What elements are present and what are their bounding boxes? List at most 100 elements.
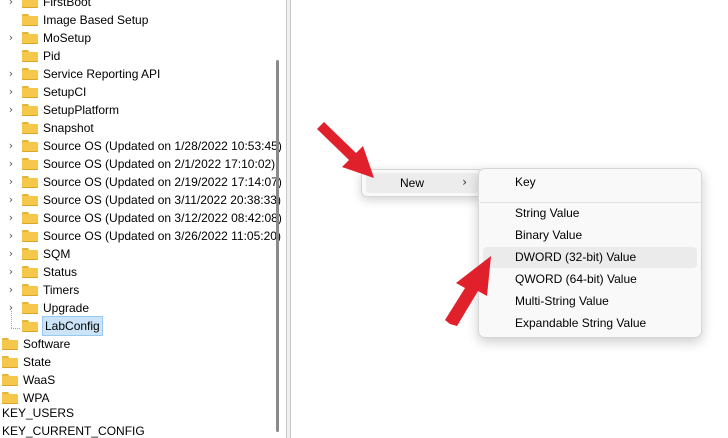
context-menu-item-new[interactable]: New › (366, 173, 479, 193)
tree-item-label: SetupCI (43, 85, 87, 99)
tree-item[interactable]: State (2, 353, 51, 371)
submenu-item-qword-value[interactable]: QWORD (64-bit) Value (483, 269, 697, 290)
folder-icon (22, 248, 38, 260)
tree-item-label: LabConfig (42, 316, 103, 336)
folder-icon (22, 320, 38, 332)
submenu-item-dword-value[interactable]: DWORD (32-bit) Value (483, 247, 697, 268)
folder-icon (22, 68, 38, 80)
submenu-item-binary-value[interactable]: Binary Value (483, 225, 697, 246)
chevron-right-icon[interactable]: › (4, 263, 18, 281)
tree-item[interactable]: › Service Reporting API (4, 65, 161, 83)
tree-item-label: Pid (43, 49, 61, 63)
folder-icon (22, 140, 38, 152)
tree-item-label: Timers (43, 283, 80, 297)
tree-item[interactable]: Image Based Setup (4, 11, 148, 29)
submenu-item-key[interactable]: Key (483, 172, 697, 193)
submenu-item-label: Expandable String Value (515, 316, 647, 330)
chevron-right-icon[interactable]: › (4, 101, 18, 119)
tree-item[interactable]: › SQM (4, 245, 71, 263)
submenu-item-label: QWORD (64-bit) Value (515, 272, 637, 286)
chevron-right-icon[interactable]: › (4, 137, 18, 155)
folder-icon (22, 32, 38, 44)
tree-item-label: Source OS (Updated on 2/19/2022 17:14:07… (43, 175, 282, 189)
tree-item-label: KEY_USERS (2, 406, 75, 420)
tree-item[interactable]: Software (2, 335, 70, 353)
red-arrow-icon (317, 122, 374, 178)
submenu-item-label: Binary Value (515, 228, 583, 242)
folder-icon (22, 0, 38, 8)
tree-item[interactable]: › SetupPlatform (4, 101, 119, 119)
folder-icon (22, 194, 38, 206)
folder-icon (2, 374, 18, 386)
tree-item[interactable]: › Source OS (Updated on 3/12/2022 08:42:0… (4, 209, 282, 227)
folder-icon (2, 356, 18, 368)
submenu-item-multi-string-value[interactable]: Multi-String Value (483, 291, 697, 312)
chevron-right-icon[interactable]: › (4, 191, 18, 209)
tree-item-label: FirstBoot (43, 0, 92, 9)
submenu-item-label: Key (515, 175, 536, 189)
tree-item-label: SetupPlatform (43, 103, 120, 117)
chevron-right-icon[interactable]: › (4, 173, 18, 191)
tree-item[interactable]: WaaS (2, 371, 55, 389)
tree-item[interactable]: › Source OS (Updated on 1/28/2022 10:53:4… (4, 137, 282, 155)
context-menu-item-label: New (400, 176, 425, 190)
chevron-right-icon: › (462, 175, 467, 189)
chevron-right-icon[interactable]: › (4, 281, 18, 299)
red-arrow-icon (445, 256, 491, 326)
tree-item-label: Snapshot (43, 121, 94, 135)
chevron-right-icon[interactable]: › (4, 0, 18, 11)
tree-item[interactable]: LabConfig (4, 316, 103, 336)
chevron-right-icon[interactable]: › (4, 155, 18, 173)
tree-item-label: Source OS (Updated on 2/1/2022 17:10:02) (43, 157, 276, 171)
tree-item[interactable]: › MoSetup (4, 29, 91, 47)
registry-tree-pane[interactable]: › FirstBoot Image Based Setup › MoSetup Pid › S… (0, 0, 286, 438)
tree-item-label: KEY_CURRENT_CONFIG (2, 424, 145, 438)
tree-item[interactable]: › Timers (4, 281, 79, 299)
tree-item[interactable]: Pid (4, 47, 60, 65)
new-submenu: Key String Value Binary Value DWORD (32-… (478, 168, 702, 338)
tree-item[interactable]: › Source OS (Updated on 2/1/2022 17:10:02… (4, 155, 275, 173)
tree-item-label: Service Reporting API (43, 67, 161, 81)
tree-guide-line (11, 328, 20, 329)
folder-icon (22, 14, 38, 26)
submenu-item-string-value[interactable]: String Value (483, 203, 697, 224)
chevron-right-icon[interactable]: › (4, 245, 18, 263)
folder-icon (22, 284, 38, 296)
submenu-item-expandable-string-value[interactable]: Expandable String Value (483, 313, 697, 334)
folder-icon (22, 50, 38, 62)
folder-icon (22, 212, 38, 224)
folder-icon (22, 176, 38, 188)
tree-item[interactable]: › Source OS (Updated on 2/19/2022 17:14:0… (4, 173, 282, 191)
tree-item[interactable]: › SetupCI (4, 83, 87, 101)
chevron-right-icon[interactable]: › (4, 227, 18, 245)
tree-item-key-current-config[interactable]: KEY_CURRENT_CONFIG (2, 422, 145, 438)
folder-icon (22, 266, 38, 278)
folder-icon (2, 338, 18, 350)
tree-item-label: Software (23, 337, 71, 351)
tree-item[interactable]: › Upgrade (4, 299, 89, 317)
tree-item[interactable]: › Source OS (Updated on 3/11/2022 20:38:3… (4, 191, 281, 209)
folder-icon (22, 104, 38, 116)
tree-guide-line (11, 311, 12, 328)
tree-item[interactable]: Snapshot (4, 119, 94, 137)
submenu-item-label: DWORD (32-bit) Value (515, 250, 637, 264)
tree-item[interactable]: › FirstBoot (4, 0, 91, 11)
tree-item-label: SQM (43, 247, 71, 261)
tree-item-label: Source OS (Updated on 3/11/2022 20:38:33… (43, 193, 281, 207)
tree-item[interactable]: › Source OS (Updated on 3/26/2022 11:05:2… (4, 227, 281, 245)
tree-item[interactable]: › Status (4, 263, 77, 281)
chevron-right-icon[interactable]: › (4, 29, 18, 47)
tree-item-label: Image Based Setup (43, 13, 149, 27)
folder-icon (22, 122, 38, 134)
tree-scrollbar-thumb[interactable] (276, 60, 279, 432)
submenu-item-label: Multi-String Value (515, 294, 609, 308)
chevron-right-icon[interactable]: › (4, 209, 18, 227)
chevron-right-icon[interactable]: › (4, 83, 18, 101)
submenu-item-label: String Value (515, 206, 580, 220)
folder-icon (22, 86, 38, 98)
chevron-right-icon[interactable]: › (4, 65, 18, 83)
tree-item-label: Source OS (Updated on 1/28/2022 10:53:45… (43, 139, 282, 153)
tree-item-label: Source OS (Updated on 3/12/2022 08:42:08… (43, 211, 282, 225)
folder-icon (22, 230, 38, 242)
tree-item-key-users[interactable]: KEY_USERS (2, 404, 74, 422)
